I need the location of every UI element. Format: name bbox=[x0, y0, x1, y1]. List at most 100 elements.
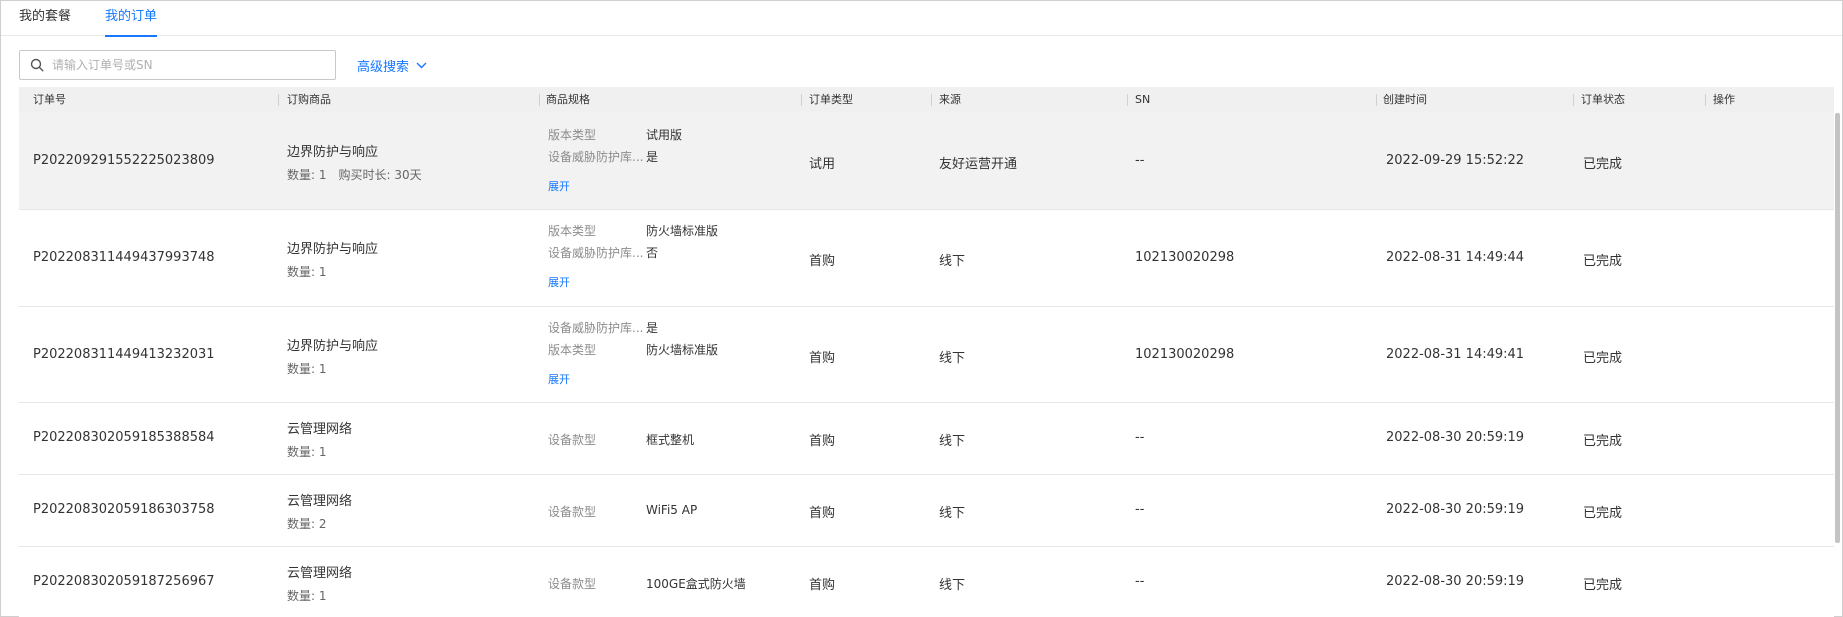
column-divider bbox=[1376, 94, 1377, 106]
search-box[interactable] bbox=[19, 50, 336, 80]
column-divider bbox=[539, 94, 540, 106]
spec-value: 100GE盒式防火墙 bbox=[646, 577, 746, 591]
product-quantity: 数量: 1 bbox=[287, 362, 327, 376]
order-sn: -- bbox=[1135, 574, 1145, 589]
product-quantity: 数量: 1 bbox=[287, 265, 327, 279]
spec-label: 版本类型 bbox=[548, 128, 597, 142]
active-tab-indicator bbox=[105, 35, 158, 37]
table-row[interactable]: P202209291552225023809 边界防护与响应 数量: 1 购买时长… bbox=[19, 113, 1834, 210]
tab-my-packages[interactable]: 我的套餐 bbox=[19, 8, 71, 35]
order-created-time: 2022-09-29 15:52:22 bbox=[1386, 153, 1525, 168]
column-header-product[interactable]: 订购商品 bbox=[287, 87, 331, 113]
order-sn: -- bbox=[1135, 502, 1145, 517]
table-row[interactable]: P202208302059185388584 云管理网络 数量: 1 设备款型 框… bbox=[19, 403, 1834, 475]
table-row[interactable]: P202208302059187256967 云管理网络 数量: 1 设备款型 1… bbox=[19, 547, 1834, 617]
column-header-order-type[interactable]: 订单类型 bbox=[809, 87, 853, 113]
spec-cell: 设备款型 100GE盒式防火墙 bbox=[548, 547, 798, 617]
orders-page: 我的套餐 我的订单 高级搜索 订单号 订购商品 商品规格 订单类型 来源 SN … bbox=[0, 0, 1843, 617]
expand-specs-link[interactable]: 展开 bbox=[548, 371, 570, 387]
product-quantity: 数量: 2 bbox=[287, 517, 327, 531]
product-meta: 数量: 1 购买时长: 30天 bbox=[287, 166, 422, 183]
product-name: 云管理网络 bbox=[287, 566, 353, 581]
column-header-status[interactable]: 订单状态 bbox=[1581, 87, 1625, 113]
vertical-scrollbar[interactable] bbox=[1835, 113, 1840, 616]
table-row[interactable]: P202208311449437993748 边界防护与响应 数量: 1 版本类… bbox=[19, 210, 1834, 307]
order-type: 试用 bbox=[809, 157, 836, 172]
column-header-order-no[interactable]: 订单号 bbox=[33, 87, 66, 113]
expand-specs-link[interactable]: 展开 bbox=[548, 178, 570, 194]
scrollbar-thumb[interactable] bbox=[1835, 113, 1840, 543]
order-created-time: 2022-08-31 14:49:41 bbox=[1386, 347, 1525, 362]
order-status: 已完成 bbox=[1583, 254, 1623, 269]
order-sn: -- bbox=[1135, 153, 1145, 168]
product-meta: 数量: 1 bbox=[287, 263, 378, 280]
table-row[interactable]: P202208311449413232031 边界防护与响应 数量: 1 设备威… bbox=[19, 307, 1834, 403]
product-meta: 数量: 1 bbox=[287, 360, 378, 377]
column-divider bbox=[801, 94, 802, 106]
spec-label: 设备威胁防护库... bbox=[548, 150, 644, 164]
column-divider bbox=[1127, 94, 1128, 106]
order-sn: 102130020298 bbox=[1135, 250, 1235, 265]
column-header-source[interactable]: 来源 bbox=[939, 87, 961, 113]
spec-item: 设备款型 框式整机 bbox=[548, 431, 694, 448]
order-type: 首购 bbox=[809, 578, 836, 593]
tab-my-orders[interactable]: 我的订单 bbox=[105, 8, 158, 37]
table-row[interactable]: P202208302059186303758 云管理网络 数量: 2 设备款型 W… bbox=[19, 475, 1834, 547]
spec-item: 设备威胁防护库... 是 bbox=[548, 319, 658, 336]
product-cell: 边界防护与响应 数量: 1 购买时长: 30天 bbox=[287, 141, 422, 183]
spec-value: 试用版 bbox=[646, 128, 683, 142]
advanced-search-button[interactable]: 高级搜索 bbox=[357, 56, 427, 75]
product-duration: 购买时长: 30天 bbox=[338, 168, 422, 182]
spec-item: 版本类型 试用版 bbox=[548, 126, 682, 143]
product-name: 云管理网络 bbox=[287, 422, 353, 437]
order-sn: -- bbox=[1135, 430, 1145, 445]
order-created-time: 2022-08-31 14:49:44 bbox=[1386, 250, 1525, 265]
product-cell: 边界防护与响应 数量: 1 bbox=[287, 238, 378, 280]
product-meta: 数量: 2 bbox=[287, 515, 352, 532]
spec-label: 版本类型 bbox=[548, 224, 597, 238]
product-cell: 云管理网络 数量: 2 bbox=[287, 490, 352, 532]
spec-value: 防火墙标准版 bbox=[646, 224, 719, 238]
order-created-time: 2022-08-30 20:59:19 bbox=[1386, 574, 1525, 589]
column-header-sn[interactable]: SN bbox=[1135, 87, 1150, 113]
order-number: P202208311449413232031 bbox=[33, 347, 215, 362]
spec-value: 是 bbox=[646, 150, 659, 164]
product-cell: 云管理网络 数量: 1 bbox=[287, 562, 352, 604]
spec-value: 防火墙标准版 bbox=[646, 343, 719, 357]
order-created-time: 2022-08-30 20:59:19 bbox=[1386, 502, 1525, 517]
spec-label: 设备威胁防护库... bbox=[548, 321, 644, 335]
column-header-actions[interactable]: 操作 bbox=[1713, 87, 1735, 113]
expand-specs-link[interactable]: 展开 bbox=[548, 274, 570, 290]
spec-value: WiFi5 AP bbox=[646, 503, 698, 517]
search-input[interactable] bbox=[52, 52, 335, 78]
order-source: 线下 bbox=[939, 434, 966, 449]
spec-item: 版本类型 防火墙标准版 bbox=[548, 222, 718, 239]
order-status: 已完成 bbox=[1583, 506, 1623, 521]
order-type: 首购 bbox=[809, 506, 836, 521]
table-header: 订单号 订购商品 商品规格 订单类型 来源 SN 创建时间 订单状态 操作 bbox=[19, 87, 1834, 113]
product-quantity: 数量: 1 bbox=[287, 589, 327, 603]
spec-label: 设备款型 bbox=[548, 577, 597, 591]
order-source: 友好运营开通 bbox=[939, 157, 1018, 172]
product-cell: 云管理网络 数量: 1 bbox=[287, 418, 352, 460]
product-name: 边界防护与响应 bbox=[287, 339, 379, 354]
product-name: 云管理网络 bbox=[287, 494, 353, 509]
spec-item: 设备款型 100GE盒式防火墙 bbox=[548, 575, 746, 592]
product-quantity: 数量: 1 bbox=[287, 445, 327, 459]
spec-item: 设备款型 WiFi5 AP bbox=[548, 503, 697, 520]
column-header-spec[interactable]: 商品规格 bbox=[546, 87, 590, 113]
order-number: P202208302059187256967 bbox=[33, 574, 215, 589]
spec-cell: 版本类型 防火墙标准版 设备威胁防护库... 否 展开 bbox=[548, 210, 798, 307]
order-number: P202208302059185388584 bbox=[33, 430, 215, 445]
spec-label: 设备款型 bbox=[548, 505, 597, 519]
order-status: 已完成 bbox=[1583, 434, 1623, 449]
product-name: 边界防护与响应 bbox=[287, 242, 379, 257]
order-status: 已完成 bbox=[1583, 157, 1623, 172]
tab-bar: 我的套餐 我的订单 bbox=[1, 1, 1842, 37]
spec-cell: 设备威胁防护库... 是 版本类型 防火墙标准版 展开 bbox=[548, 307, 798, 403]
search-icon bbox=[30, 58, 44, 72]
order-source: 线下 bbox=[939, 351, 966, 366]
order-sn: 102130020298 bbox=[1135, 347, 1235, 362]
order-created-time: 2022-08-30 20:59:19 bbox=[1386, 430, 1525, 445]
column-header-created-time[interactable]: 创建时间 bbox=[1383, 87, 1427, 113]
